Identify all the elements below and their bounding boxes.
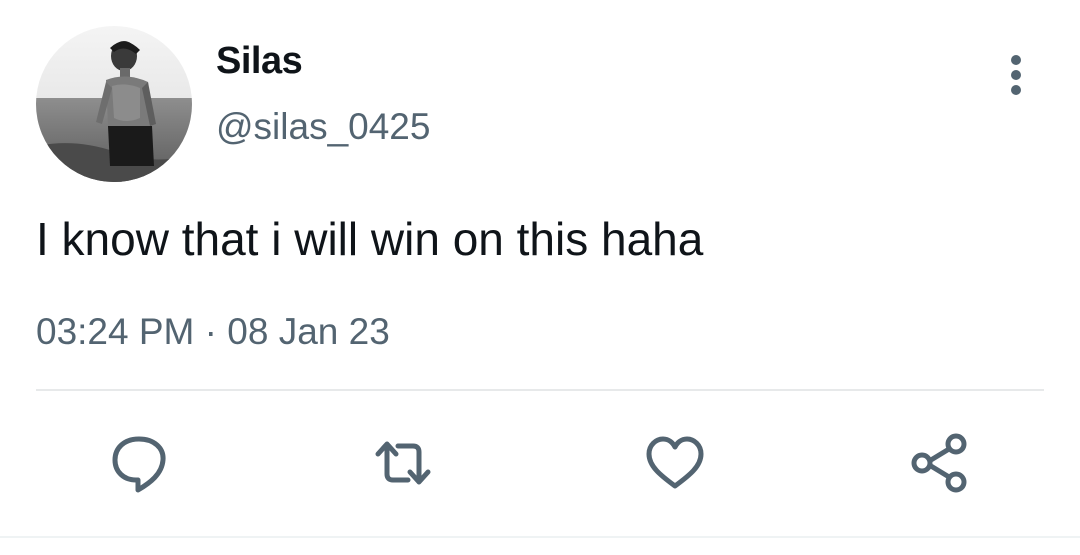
reply-icon [112,436,166,493]
avatar-photo-icon [36,26,192,182]
timestamp-row[interactable]: 03:24 PM · 08 Jan 23 [36,308,390,356]
display-name[interactable]: Silas [216,38,303,84]
user-handle[interactable]: @silas_0425 [216,104,430,150]
retweet-icon [375,441,431,485]
divider [36,389,1044,391]
more-vertical-icon [1011,55,1021,95]
tweet-time: 03:24 PM [36,311,195,352]
heart-icon [646,436,704,489]
retweet-button[interactable] [370,430,436,496]
tweet-text: I know that i will win on this haha [36,213,704,265]
like-button[interactable] [642,430,708,496]
tweet-card: Silas @silas_0425 I know that i will win… [0,0,1080,555]
bottom-divider [0,536,1080,538]
avatar[interactable] [36,26,192,182]
reply-button[interactable] [106,430,172,496]
tweet-date: 08 Jan 23 [227,311,390,352]
share-button[interactable] [908,430,974,496]
more-button[interactable] [994,50,1038,100]
timestamp-separator: · [204,311,217,352]
share-icon [911,433,967,493]
